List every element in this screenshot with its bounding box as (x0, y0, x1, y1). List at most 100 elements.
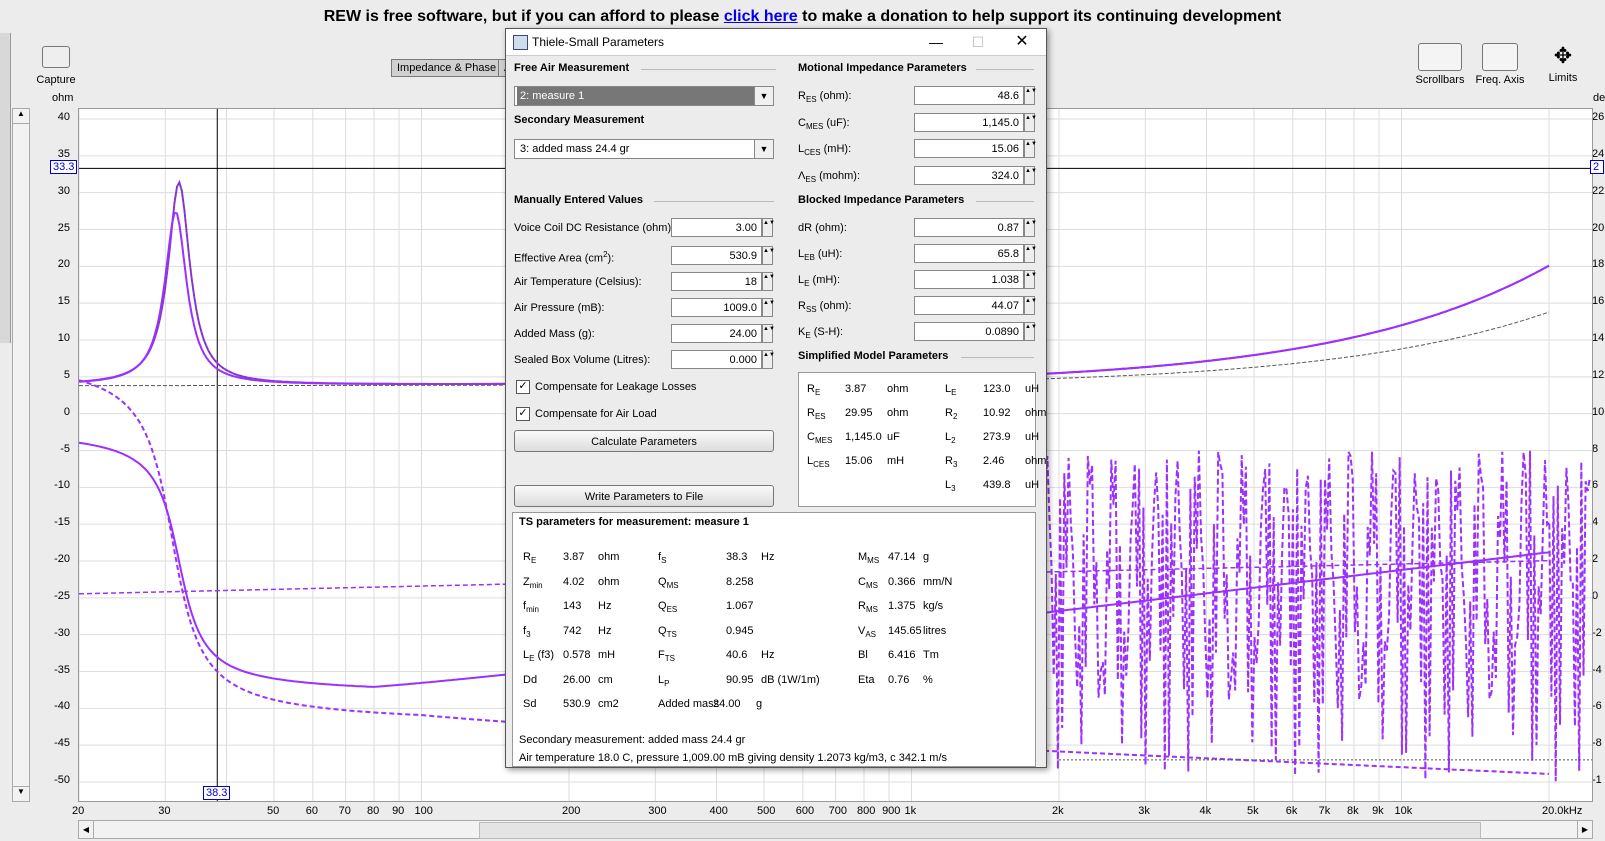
ts-symbol: fmin (523, 600, 539, 615)
close-icon[interactable]: ✕ (1002, 31, 1042, 53)
cursor-x-readout: 38.3 (203, 786, 231, 800)
donation-link[interactable]: click here (724, 8, 798, 25)
calculate-button[interactable]: Calculate Parameters (514, 430, 774, 452)
minimize-icon[interactable]: — (916, 31, 956, 53)
blocked-field-input[interactable]: 0.87 (914, 218, 1024, 237)
spinner-icon[interactable]: ▲▼ (1024, 139, 1037, 158)
x-tick-label: 3k (1138, 805, 1150, 817)
limits-button[interactable]: ✥ Limits (1533, 43, 1593, 84)
motional-field-input[interactable]: 15.06 (914, 139, 1024, 158)
scroll-right-icon[interactable]: ▶ (1577, 821, 1592, 838)
simplified-unit: ohm (887, 407, 909, 419)
maximize-icon[interactable]: ☐ (958, 31, 998, 53)
manual-field-input[interactable]: 0.000 (671, 350, 762, 369)
x-tick-label: 60 (305, 805, 319, 817)
manual-field-label: Added Mass (g): (514, 328, 595, 340)
ts-unit: litres (923, 624, 947, 637)
y-tick-label-right: 24 (1592, 147, 1605, 160)
freq-axis-button[interactable]: Freq. Axis (1472, 43, 1528, 86)
ts-value: 143 (563, 600, 582, 612)
spinner-icon[interactable]: ▲▼ (1024, 166, 1037, 185)
spinner-icon[interactable]: ▲▼ (762, 298, 775, 317)
spinner-icon[interactable]: ▲▼ (762, 218, 775, 237)
secondary-select[interactable]: 3: added mass 24.4 gr ▼ (514, 139, 774, 159)
y-tick-label: 5 (63, 368, 70, 381)
x-tick-label: 10k (1394, 805, 1413, 817)
capture-button[interactable]: Capture (30, 46, 82, 86)
y-tick-label-right: -2 (1592, 626, 1602, 639)
spinner-icon[interactable]: ▲▼ (1024, 296, 1037, 315)
y-tick-label-right: 26 (1592, 111, 1605, 123)
y-tick-label-right: 18 (1592, 258, 1605, 271)
scroll-left-icon[interactable]: ◀ (79, 821, 94, 838)
blocked-field-input[interactable]: 1.038 (914, 270, 1024, 289)
scroll-down-icon[interactable]: ▼ (13, 786, 29, 801)
tab-impedance-phase[interactable]: Impedance & Phase (391, 59, 503, 77)
spinner-icon[interactable]: ▲▼ (1024, 86, 1037, 105)
dialog-title: Thiele-Small Parameters (532, 35, 665, 49)
scroll-up-icon[interactable]: ▲ (13, 109, 29, 124)
blocked-field-input[interactable]: 65.8 (914, 244, 1024, 263)
simplified-value: 123.0 (983, 383, 1011, 395)
ts-value: 3.87 (563, 551, 585, 563)
ts-value: 90.95 (726, 673, 754, 686)
y-tick-label: 30 (57, 184, 70, 197)
write-file-button[interactable]: Write Parameters to File (514, 485, 774, 507)
manual-field-input[interactable]: 1009.0 (671, 298, 762, 317)
motional-field-input[interactable]: 1,145.0 (914, 113, 1024, 132)
x-tick-label: 20 (72, 805, 85, 817)
ts-value: 8.258 (726, 575, 754, 588)
freq-axis-icon (1482, 43, 1518, 71)
manual-field-input[interactable]: 3.00 (671, 218, 762, 237)
leakage-checkbox[interactable]: ✓ (516, 380, 530, 394)
simplified-symbol: LCES (807, 455, 830, 470)
y-tick-label-right: -4 (1592, 663, 1602, 676)
ts-value: 26.00 (563, 673, 591, 686)
spinner-icon[interactable]: ▲▼ (762, 350, 775, 369)
ts-value: 4.02 (563, 575, 585, 588)
spinner-icon[interactable]: ▲▼ (762, 272, 775, 291)
spinner-icon[interactable]: ▲▼ (762, 246, 775, 265)
x-tick-label: 7k (1318, 805, 1331, 817)
simplified-value: 29.95 (845, 407, 873, 419)
manual-field-input[interactable]: 530.9 (671, 246, 762, 265)
spinner-icon[interactable]: ▲▼ (1024, 218, 1037, 237)
horizontal-scrollbar[interactable]: ◀ ▶ (78, 820, 1593, 839)
spinner-icon[interactable]: ▲▼ (1024, 244, 1037, 263)
spinner-icon[interactable]: ▲▼ (1024, 270, 1037, 289)
blocked-field-label: RSS (ohm): (798, 300, 852, 315)
simplified-symbol: R2 (945, 407, 958, 422)
free-air-select[interactable]: 2: measure 1 ▼ (514, 86, 774, 106)
banner-text-pre: REW is free software, but if you can aff… (323, 8, 720, 25)
airload-checkbox[interactable]: ✓ (516, 407, 530, 421)
y-tick-label: -20 (54, 553, 70, 565)
motional-field-input[interactable]: 324.0 (914, 166, 1024, 185)
ts-symbol: Bl (858, 649, 868, 661)
ts-value: 742 (563, 624, 582, 637)
y-tick-label: 25 (57, 221, 70, 234)
manual-field-input[interactable]: 24.00 (671, 324, 762, 343)
blocked-field-input[interactable]: 0.0890 (914, 322, 1024, 341)
spinner-icon[interactable]: ▲▼ (1024, 113, 1037, 132)
scrollbars-button[interactable]: Scrollbars (1412, 43, 1468, 86)
motional-field-input[interactable]: 48.6 (914, 86, 1024, 105)
vertical-scrollbar[interactable]: ▲ ▼ (12, 108, 30, 802)
separator (654, 201, 774, 202)
scroll-thumb[interactable] (479, 822, 1481, 839)
manual-field-input[interactable]: 18 (671, 272, 762, 291)
ts-unit: Hz (598, 624, 612, 637)
blocked-field-label: LE (mH): (798, 274, 841, 289)
ts-unit: mm/N (923, 575, 953, 588)
dialog-titlebar[interactable]: Thiele-Small Parameters — ☐ ✕ (506, 29, 1046, 56)
ts-panel: TS parameters for measurement: measure 1… (512, 512, 1036, 767)
y-tick-label: 10 (57, 332, 70, 344)
separator (641, 69, 776, 70)
ts-symbol: FTS (658, 649, 675, 664)
blocked-field-input[interactable]: 44.07 (914, 296, 1024, 315)
x-tick-label: 4k (1199, 805, 1212, 817)
manual-field-label: Sealed Box Volume (Litres): (514, 354, 651, 366)
y-tick-label: -50 (54, 774, 70, 786)
spinner-icon[interactable]: ▲▼ (1024, 322, 1037, 341)
spinner-icon[interactable]: ▲▼ (762, 324, 775, 343)
y-tick-label-right: 14 (1592, 332, 1605, 344)
